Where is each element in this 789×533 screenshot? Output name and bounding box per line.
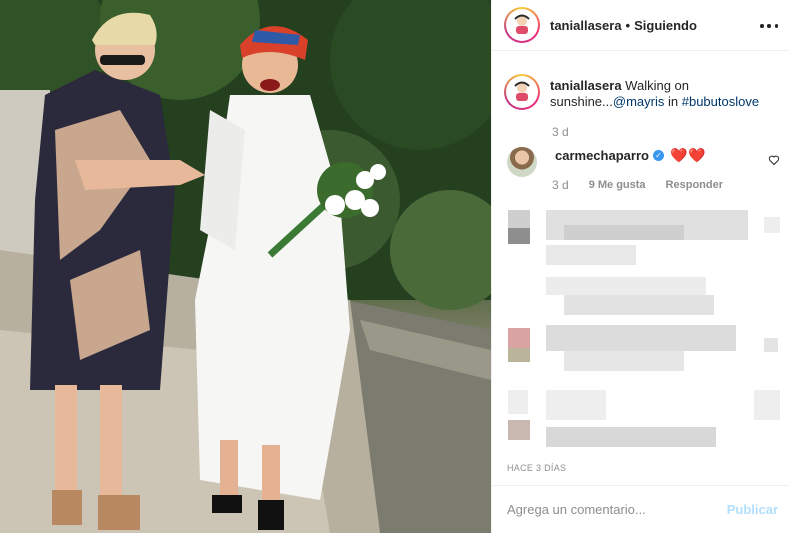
following-button[interactable]: Siguiendo: [634, 18, 697, 33]
post-age[interactable]: HACE 3 DÍAS: [507, 463, 566, 473]
comment-input[interactable]: [507, 502, 727, 517]
caption-mention-link[interactable]: @mayris: [613, 94, 664, 109]
reply-button[interactable]: Responder: [666, 179, 723, 191]
commenter-avatar[interactable]: [507, 147, 537, 177]
more-options-icon[interactable]: [760, 18, 778, 34]
author-avatar[interactable]: [504, 7, 540, 43]
separator-dot: •: [625, 17, 631, 33]
comment-text: ❤️❤️: [669, 147, 707, 163]
caption-hashtag-link[interactable]: #bubutoslove: [682, 94, 759, 109]
verified-badge-icon: ✓: [652, 150, 664, 161]
caption-connector: in: [667, 94, 679, 109]
post-details-panel: taniallasera • Siguiendo taniallasera Wa…: [491, 0, 789, 533]
comment-likes[interactable]: 9 Me gusta: [589, 179, 646, 191]
post-photo[interactable]: [0, 0, 491, 533]
commenter-username[interactable]: carmechaparro: [555, 148, 649, 163]
avatar-illustration-icon: [514, 81, 530, 101]
add-comment-bar: Publicar: [492, 485, 789, 533]
author-username[interactable]: taniallasera: [550, 18, 622, 33]
post-header: taniallasera • Siguiendo: [492, 0, 789, 51]
heart-outline-icon[interactable]: [768, 154, 780, 166]
caption-avatar[interactable]: [504, 74, 540, 110]
caption-username[interactable]: taniallasera: [550, 78, 622, 93]
post-caption: taniallasera Walking on sunshine...@mayr…: [504, 74, 784, 110]
photo-illustration: [0, 0, 491, 533]
comment-meta: 3 d 9 Me gusta Responder: [552, 178, 723, 192]
avatar-illustration-icon: [514, 14, 530, 34]
caption-text: taniallasera Walking on sunshine...@mayr…: [550, 78, 778, 110]
blurred-comments: [504, 205, 786, 460]
comment-row: carmechaparro ✓ ❤️❤️: [504, 145, 786, 177]
caption-timestamp[interactable]: 3 d: [552, 125, 569, 139]
comment-timestamp[interactable]: 3 d: [552, 178, 569, 192]
publish-button[interactable]: Publicar: [727, 502, 778, 517]
